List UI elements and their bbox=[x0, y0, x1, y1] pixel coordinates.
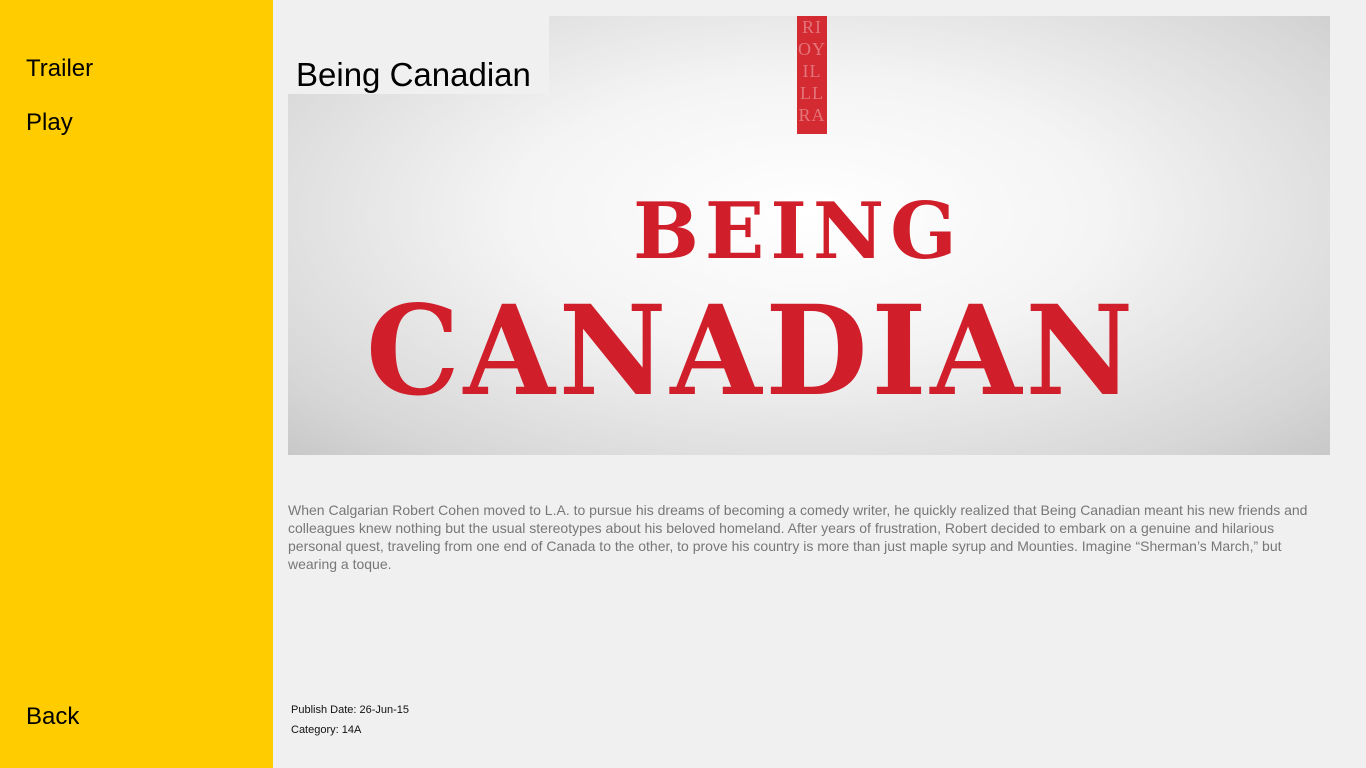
poster-ribbon: RI OY IL LL RA bbox=[797, 16, 827, 134]
description-text: When Calgarian Robert Cohen moved to L.A… bbox=[288, 502, 1308, 572]
trailer-button[interactable]: Trailer bbox=[26, 55, 93, 83]
sidebar: Trailer Play Back bbox=[0, 0, 273, 768]
main-content: RI OY IL LL RA BEING CANADIAN Being Canadian… bbox=[273, 0, 1366, 768]
category: Category: 14A bbox=[291, 724, 362, 736]
page-title: Being Canadian bbox=[296, 56, 531, 93]
poster-title-line2: CANADIAN bbox=[366, 279, 1137, 424]
publish-date: Publish Date: 26-Jun-15 bbox=[291, 704, 410, 716]
play-button[interactable]: Play bbox=[26, 109, 73, 137]
back-button[interactable]: Back bbox=[26, 703, 79, 731]
poster-title-line1: BEING bbox=[633, 186, 963, 277]
